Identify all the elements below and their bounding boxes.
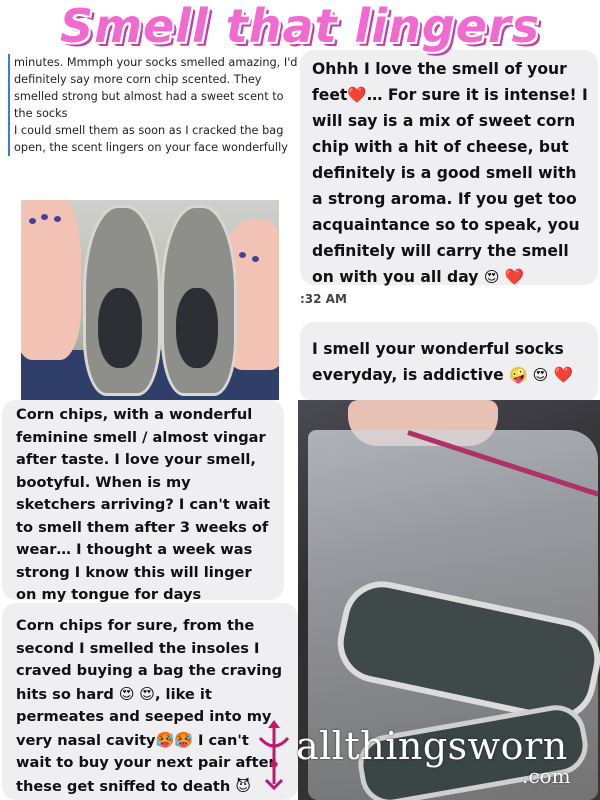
- bow-arrow-logo-icon: [258, 720, 290, 790]
- painted-toenail: [41, 214, 48, 220]
- left-shoe: [83, 205, 161, 396]
- heart-eyes-emoji-icon: 😍: [483, 268, 500, 286]
- painted-toenail: [239, 252, 246, 258]
- watermark-brand: allthingsworn: [296, 724, 568, 768]
- hot-face-emoji-icon: 🥵🥵: [155, 730, 193, 749]
- painted-toenail: [29, 218, 36, 224]
- message-timestamp: :32 AM: [300, 292, 347, 306]
- shoe-opening: [98, 288, 142, 368]
- bubble-3-text: Corn chips, with a wonderful feminine sm…: [16, 406, 271, 603]
- watermark: allthingsworn .com: [252, 718, 592, 798]
- heart-icon: ❤️: [553, 366, 574, 384]
- shoe-opening: [176, 288, 218, 368]
- watermark-suffix: .com: [522, 764, 571, 788]
- painted-toenail: [54, 216, 61, 222]
- message-bubble-3: Corn chips, with a wonderful feminine sm…: [2, 400, 284, 603]
- photo-feet-and-shoes: [21, 200, 279, 400]
- bubble-1-text-b: … For sure it is intense! I will say is …: [312, 86, 588, 286]
- message-bubble-1: Ohhh I love the smell of your feet❤️… Fo…: [300, 50, 598, 286]
- emoji-icon: 🤪 😍: [509, 366, 549, 384]
- left-foot: [21, 200, 81, 360]
- heart-icon: ❤️: [347, 86, 367, 104]
- right-shoe: [161, 205, 237, 396]
- review-text-plain: minutes. Mmmph your socks smelled amazin…: [8, 54, 304, 156]
- painted-toenail: [252, 256, 259, 262]
- message-bubble-2: I smell your wonderful socks everyday, i…: [300, 322, 598, 402]
- review-plain-text: minutes. Mmmph your socks smelled amazin…: [14, 56, 298, 154]
- devil-emoji-icon: 😈: [235, 776, 252, 795]
- heart-eyes-emoji-icon: 😍 😍: [118, 684, 155, 703]
- heart-icon: ❤️: [504, 268, 525, 286]
- page-title: Smell that lingers: [59, 0, 541, 53]
